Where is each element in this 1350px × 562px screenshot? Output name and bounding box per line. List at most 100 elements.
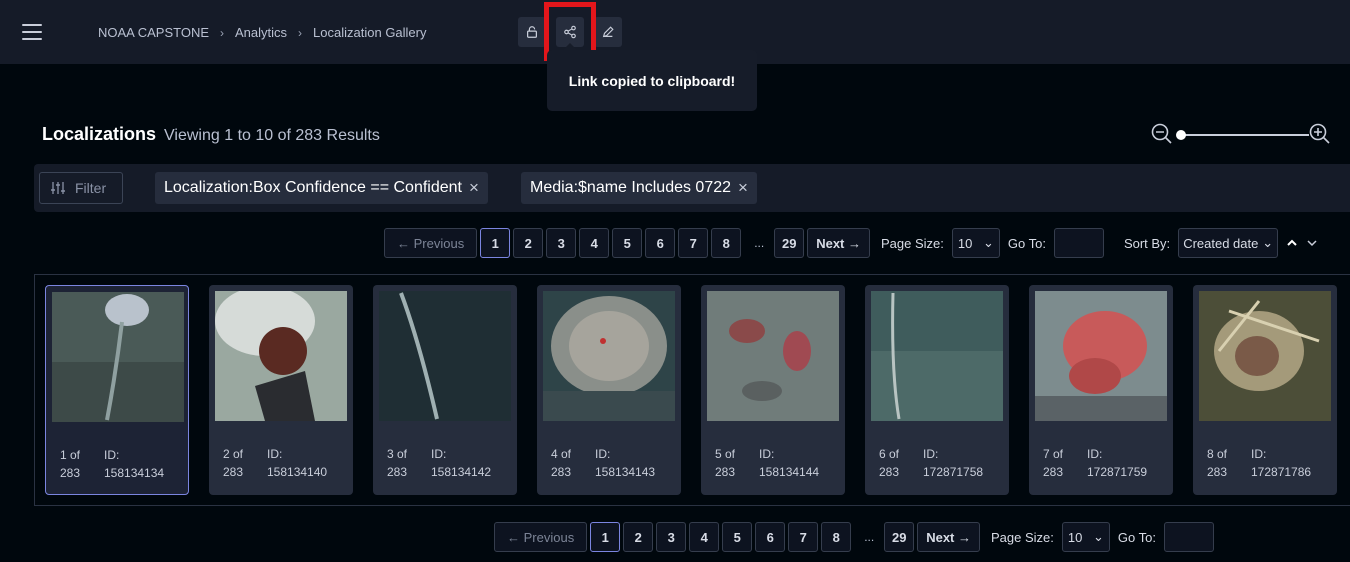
goto-label: Go To: xyxy=(1117,529,1156,545)
menu-icon[interactable] xyxy=(22,24,42,40)
sliders-icon xyxy=(51,182,65,194)
breadcrumb-project[interactable]: NOAA CAPSTONE xyxy=(98,25,209,40)
card-id: 158134144 xyxy=(759,465,820,479)
zoom-in-icon[interactable] xyxy=(1309,123,1331,145)
breadcrumb: NOAA CAPSTONE › Analytics › Localization… xyxy=(98,25,427,40)
zoom-out-icon[interactable] xyxy=(1151,123,1173,145)
thumbnail-image xyxy=(379,291,511,421)
sort-value: Created date xyxy=(1183,235,1259,251)
goto-input[interactable] xyxy=(1163,522,1214,552)
card-id: 158134143 xyxy=(595,465,656,479)
page-button-5[interactable]: 5 xyxy=(612,228,643,258)
gallery-card[interactable]: 5 of 283 ID: 158134144 xyxy=(701,285,845,495)
card-index: 5 of xyxy=(715,447,736,461)
page-button-7[interactable]: 7 xyxy=(788,522,819,552)
card-total: 283 xyxy=(60,466,81,480)
copied-tooltip: Link copied to clipboard! xyxy=(547,43,757,111)
page-button-7[interactable]: 7 xyxy=(678,228,709,258)
next-button[interactable]: Next → xyxy=(917,522,980,552)
card-total: 283 xyxy=(223,465,244,479)
edit-button[interactable] xyxy=(594,17,622,47)
gallery-card[interactable]: 3 of 283 ID: 158134142 xyxy=(373,285,517,495)
sort-descending-button[interactable] xyxy=(1302,233,1322,253)
pagination-ellipsis: ... xyxy=(754,236,765,250)
close-icon[interactable]: × xyxy=(469,178,479,198)
goto-label: Go To: xyxy=(1007,235,1046,251)
page-button-4[interactable]: 4 xyxy=(579,228,610,258)
card-index: 7 of xyxy=(1043,447,1064,461)
card-meta: 5 of 283 ID: 158134144 xyxy=(715,445,819,481)
zoom-slider-track[interactable] xyxy=(1181,134,1309,136)
pencil-icon xyxy=(602,26,614,38)
page-button-last[interactable]: 29 xyxy=(774,228,805,258)
next-button[interactable]: Next → xyxy=(807,228,870,258)
chevron-right-icon: › xyxy=(298,25,303,40)
page-button-6[interactable]: 6 xyxy=(645,228,676,258)
chevron-down-icon: ⌄ xyxy=(982,235,994,250)
page-button-5[interactable]: 5 xyxy=(722,522,753,552)
page-button-6[interactable]: 6 xyxy=(755,522,786,552)
sort-ascending-button[interactable] xyxy=(1282,233,1302,253)
page-button-3[interactable]: 3 xyxy=(656,522,687,552)
gallery-card[interactable]: 7 of 283 ID: 172871759 xyxy=(1029,285,1173,495)
card-index: 2 of xyxy=(223,447,244,461)
chevron-down-icon: ⌄ xyxy=(1262,235,1274,250)
card-id-label: ID: xyxy=(104,448,120,462)
chevron-up-icon xyxy=(1287,239,1297,246)
goto-input[interactable] xyxy=(1053,228,1104,258)
card-total: 283 xyxy=(1043,465,1064,479)
card-meta: 8 of 283 ID: 172871786 xyxy=(1207,445,1311,481)
card-id-label: ID: xyxy=(1251,447,1267,461)
card-id: 158134140 xyxy=(267,465,328,479)
filter-chip: Media:$name Includes 0722 × xyxy=(521,172,757,204)
previous-button[interactable]: ← Previous xyxy=(384,228,478,258)
card-id-label: ID: xyxy=(267,447,283,461)
gallery-card[interactable]: 4 of 283 ID: 158134143 xyxy=(537,285,681,495)
sort-select[interactable]: Created date ⌄ xyxy=(1178,228,1279,258)
previous-button[interactable]: ← Previous xyxy=(494,522,588,552)
page-button-2[interactable]: 2 xyxy=(623,522,654,552)
zoom-control xyxy=(1151,123,1331,145)
gallery-card[interactable]: 8 of 283 ID: 172871786 xyxy=(1193,285,1337,495)
gallery-card[interactable]: 1 of 283 ID: 158134134 xyxy=(45,285,189,495)
zoom-slider-handle[interactable] xyxy=(1176,130,1186,140)
thumbnail-image xyxy=(871,291,1003,421)
page-button-8[interactable]: 8 xyxy=(821,522,852,552)
card-id-label: ID: xyxy=(923,447,939,461)
card-meta: 3 of 283 ID: 158134142 xyxy=(387,445,491,481)
thumbnail-image xyxy=(1035,291,1167,421)
pagination-ellipsis: ... xyxy=(864,530,875,544)
thumbnail-image xyxy=(707,291,839,421)
page-button-1[interactable]: 1 xyxy=(590,522,621,552)
page-button-4[interactable]: 4 xyxy=(689,522,720,552)
filter-bar: Filter Localization:Box Confidence == Co… xyxy=(34,164,1350,212)
lock-button[interactable] xyxy=(518,17,546,47)
card-id-label: ID: xyxy=(595,447,611,461)
page-button-last[interactable]: 29 xyxy=(884,522,915,552)
filter-chip-label: Localization:Box Confidence == Confident xyxy=(164,179,462,196)
filter-button[interactable]: Filter xyxy=(39,172,123,204)
card-meta: 7 of 283 ID: 172871759 xyxy=(1043,445,1147,481)
thumbnail-image xyxy=(215,291,347,421)
card-id: 172871759 xyxy=(1087,465,1148,479)
card-total: 283 xyxy=(551,465,572,479)
gallery-card[interactable]: 6 of 283 ID: 172871758 xyxy=(865,285,1009,495)
card-id: 158134134 xyxy=(104,466,165,480)
page-button-2[interactable]: 2 xyxy=(513,228,544,258)
card-index: 1 of xyxy=(60,448,81,462)
card-total: 283 xyxy=(715,465,736,479)
thumbnail-image xyxy=(543,291,675,421)
chevron-right-icon: › xyxy=(220,25,225,40)
page-button-3[interactable]: 3 xyxy=(546,228,577,258)
page-size-select[interactable]: 10 ⌄ xyxy=(1061,522,1110,552)
thumbnail-image xyxy=(1199,291,1331,421)
pagination-top: ← Previous 1 2 3 4 5 6 7 8 ... 29 Next →… xyxy=(384,228,1322,258)
page-size-select[interactable]: 10 ⌄ xyxy=(951,228,1000,258)
gallery-card[interactable]: 2 of 283 ID: 158134140 xyxy=(209,285,353,495)
breadcrumb-analytics[interactable]: Analytics xyxy=(235,25,287,40)
page-button-1[interactable]: 1 xyxy=(480,228,511,258)
page-button-8[interactable]: 8 xyxy=(711,228,742,258)
card-id: 158134142 xyxy=(431,465,492,479)
card-meta: 1 of 283 ID: 158134134 xyxy=(60,446,164,482)
close-icon[interactable]: × xyxy=(738,178,748,198)
